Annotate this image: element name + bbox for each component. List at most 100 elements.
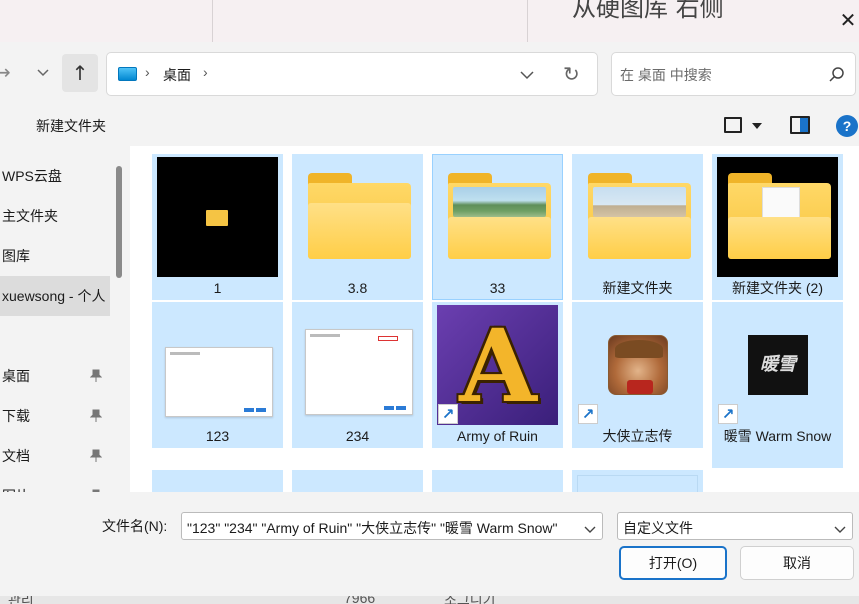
view-mode-icon[interactable] [724, 117, 742, 133]
breadcrumb-separator: › [145, 64, 150, 80]
recent-locations-button[interactable] [34, 62, 52, 82]
view-dropdown-icon[interactable] [752, 122, 762, 130]
sidebar-item-label: WPS云盘 [2, 168, 62, 184]
open-button[interactable]: 打开(O) [619, 546, 727, 580]
folder-thumbnail [437, 157, 558, 277]
file-item-label: 大侠立志传 [602, 428, 673, 444]
shortcut-arrow-icon: ↗ [438, 404, 458, 424]
game-icon: 暖雪 ↗ [717, 305, 838, 425]
sidebar-item-label: 桌面 [2, 368, 30, 384]
game-icon: A ↗ [437, 305, 558, 425]
pin-icon [90, 409, 102, 422]
address-bar[interactable]: › 桌面 › ↻ [106, 52, 598, 96]
game-icon: ↗ [577, 305, 698, 425]
sidebar-item-label: 图片 [2, 488, 30, 492]
sidebar-item-wps-cloud[interactable]: WPS云盘 [0, 156, 110, 196]
file-item-label: 新建文件夹 (2) [732, 280, 823, 296]
sidebar-item-home[interactable]: 主文件夹 [0, 196, 110, 236]
sidebar-item-label: 主文件夹 [2, 208, 58, 224]
folder-icon [588, 173, 691, 259]
help-icon[interactable]: ? [836, 115, 858, 137]
filename-label: 文件名(N): [102, 518, 168, 534]
file-item-warm-snow[interactable]: 暖雪 ↗ 暖雪 Warm Snow [712, 302, 843, 468]
file-item-new-folder[interactable]: 新建文件夹 [572, 154, 703, 300]
chevron-down-icon [37, 69, 49, 77]
chevron-down-icon [834, 526, 846, 533]
file-item-partial[interactable] [432, 470, 563, 492]
sidebar-item-onedrive[interactable]: xuewsong - 个人 [0, 276, 110, 316]
file-item-partial[interactable] [292, 470, 423, 492]
folder-icon [448, 173, 551, 259]
forward-button[interactable]: → [0, 60, 16, 84]
filename-input[interactable]: "123" "234" "Army of Ruin" "大侠立志传" "暖雪 W… [181, 512, 603, 540]
sidebar-item-gallery[interactable]: 图库 [0, 236, 110, 276]
preview-pane-icon[interactable] [790, 116, 810, 134]
file-item-label: 33 [489, 280, 506, 296]
file-item-33[interactable]: 33 [432, 154, 563, 300]
file-item-new-folder-2[interactable]: 新建文件夹 (2) [712, 154, 843, 300]
filename-value[interactable]: "123" "234" "Army of Ruin" "大侠立志传" "暖雪 W… [187, 518, 558, 538]
file-item-123[interactable]: 123 [152, 302, 283, 448]
black-thumbnail [717, 157, 838, 277]
folder-thumbnail [297, 157, 418, 277]
photo-preview [453, 187, 546, 217]
file-item-234[interactable]: 234 [292, 302, 423, 448]
file-item-label: 123 [205, 428, 230, 444]
black-thumbnail [157, 157, 278, 277]
sidebar-item-documents[interactable]: 文档 [0, 436, 110, 476]
breadcrumb-separator[interactable]: › [203, 64, 208, 80]
chevron-down-icon [584, 526, 596, 533]
file-item-daxia[interactable]: ↗ 大侠立志传 [572, 302, 703, 448]
file-item-1[interactable]: 1 [152, 154, 283, 300]
file-item-label: 234 [345, 428, 370, 444]
army-logo: A [459, 307, 537, 425]
file-list: 1 3.8 33 新建文件夹 新建文件夹 (2) 123 234 A ↗ Arm… [130, 146, 859, 492]
file-item-army-of-ruin[interactable]: A ↗ Army of Ruin [432, 302, 563, 448]
file-item-partial[interactable] [152, 470, 283, 492]
photo-preview [593, 187, 686, 217]
sidebar-item-label: 图库 [2, 248, 30, 264]
file-item-label: Army of Ruin [457, 428, 538, 444]
shortcut-arrow-icon: ↗ [718, 404, 738, 424]
background-text: 관리 [8, 596, 34, 604]
search-box[interactable] [611, 52, 856, 96]
sidebar-item-label: 下载 [2, 408, 30, 424]
background-window-bottom: 관리 7966 조그니기 [0, 596, 859, 604]
filename-dropdown-button[interactable] [584, 522, 596, 533]
file-item-3-8[interactable]: 3.8 [292, 154, 423, 300]
background-divider [212, 0, 213, 42]
background-title: 从硬图库 右侧 [572, 0, 724, 22]
sidebar-item-pictures[interactable]: 图片 [0, 476, 110, 492]
screenshot-preview [165, 347, 273, 417]
background-text: 조그니기 [444, 596, 496, 604]
pin-icon [92, 489, 100, 492]
address-dropdown-button[interactable] [519, 67, 535, 83]
file-item-partial[interactable] [572, 470, 703, 492]
desktop-icon [118, 67, 137, 81]
search-input[interactable] [620, 63, 820, 87]
file-item-label: 1 [213, 280, 222, 296]
file-item-label: 3.8 [347, 280, 368, 296]
navigation-pane: WPS云盘 主文件夹 图库 xuewsong - 个人 桌面 下载 文档 图片 [0, 146, 110, 492]
open-file-dialog: → ↑ › 桌面 › ↻ 新建文件夹 ? WPS云盘 主文件夹 图库 xuews… [0, 42, 859, 596]
sidebar-item-desktop[interactable]: 桌面 [0, 356, 110, 396]
search-icon[interactable] [828, 66, 846, 84]
document-preview [762, 187, 800, 219]
folder-icon [728, 173, 831, 259]
up-button[interactable]: ↑ [62, 54, 98, 92]
breadcrumb-desktop[interactable]: 桌面 [163, 65, 191, 85]
background-divider [527, 0, 528, 42]
close-button[interactable]: ✕ [838, 10, 858, 30]
sidebar-item-downloads[interactable]: 下载 [0, 396, 110, 436]
daxia-avatar [608, 335, 668, 395]
filetype-value: 自定义文件 [623, 520, 693, 536]
refresh-button[interactable]: ↻ [563, 63, 585, 85]
chevron-down-icon [520, 71, 534, 80]
filetype-dropdown-button[interactable] [834, 522, 846, 533]
filetype-select[interactable]: 自定义文件 [617, 512, 853, 540]
sidebar-scrollbar[interactable] [116, 166, 122, 278]
shortcut-arrow-icon: ↗ [578, 404, 598, 424]
cancel-button[interactable]: 取消 [740, 546, 854, 580]
new-folder-button[interactable]: 新建文件夹 [36, 116, 106, 136]
background-window: 从硬图库 右侧 ✕ [0, 0, 859, 42]
